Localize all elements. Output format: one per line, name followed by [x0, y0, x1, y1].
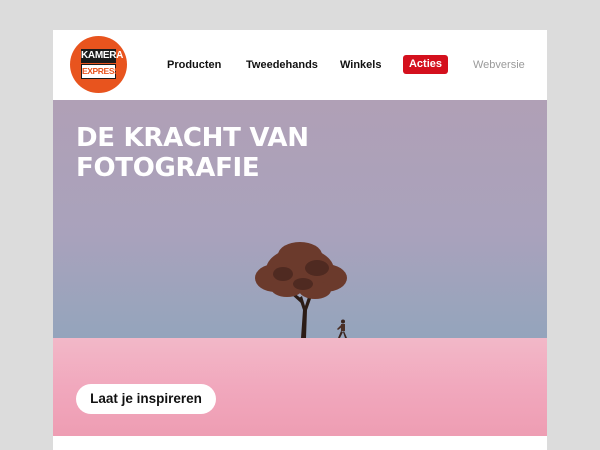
content-continuation	[53, 436, 547, 450]
nav-winkels[interactable]: Winkels	[340, 56, 381, 74]
logo-wordmark: KAMERA EXPRESS	[81, 49, 124, 80]
nav-producten[interactable]: Producten	[167, 56, 221, 74]
logo-text-kamera: KAMERA	[81, 49, 124, 63]
nav-acties-button[interactable]: Acties	[403, 55, 448, 74]
inspire-cta-button[interactable]: Laat je inspireren	[76, 384, 216, 414]
kamera-express-logo[interactable]: KAMERA EXPRESS	[70, 36, 127, 93]
newsletter-email: KAMERA EXPRESS Producten Tweedehands Win…	[53, 30, 547, 450]
logo-text-express: EXPRESS	[81, 64, 120, 79]
hero-title-line-1: DE KRACHT VAN	[76, 123, 309, 153]
hero-title: DE KRACHT VAN FOTOGRAFIE	[76, 123, 376, 183]
hero-title-line-2: FOTOGRAFIE	[76, 153, 260, 183]
walking-person-image	[337, 319, 347, 338]
hero-banner[interactable]: DE KRACHT VAN FOTOGRAFIE Laat je inspire…	[53, 100, 547, 436]
header: KAMERA EXPRESS Producten Tweedehands Win…	[53, 30, 547, 100]
nav-tweedehands[interactable]: Tweedehands	[246, 56, 318, 74]
nav-webversie-link[interactable]: Webversie	[473, 56, 525, 74]
